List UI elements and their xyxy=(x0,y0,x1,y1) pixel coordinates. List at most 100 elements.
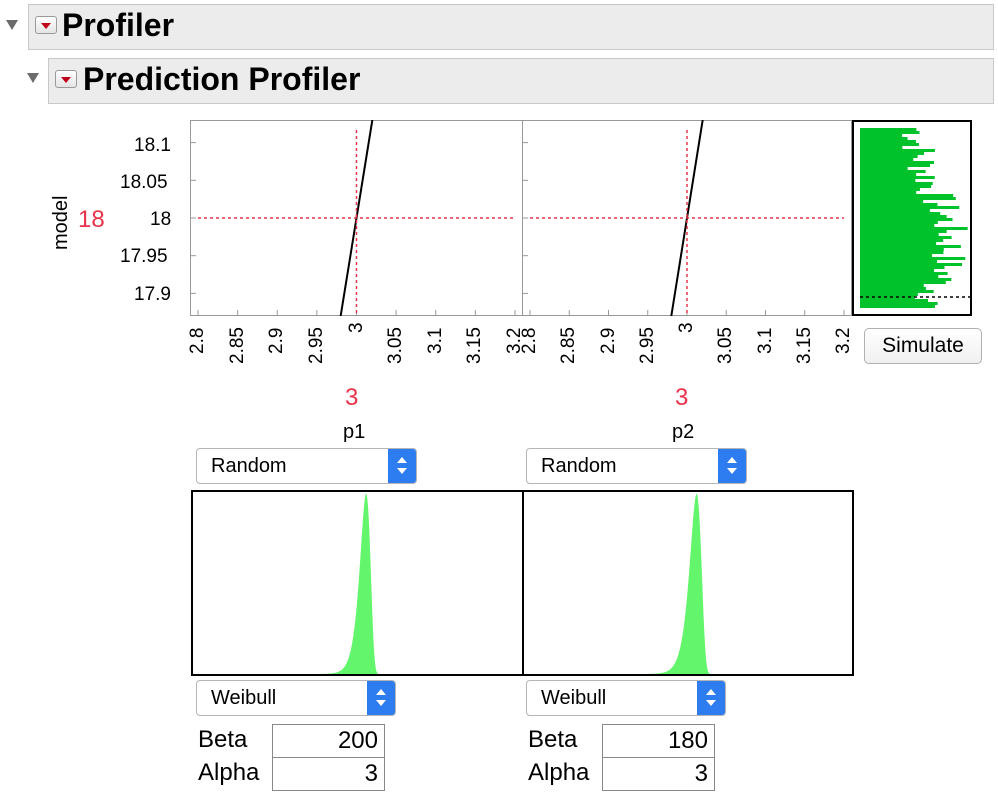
prediction-profiler-disclosure-icon[interactable] xyxy=(27,73,39,83)
p2-distribution-density-plot xyxy=(522,490,854,676)
histogram-bar xyxy=(860,215,947,218)
y-tick-label: 17.9 xyxy=(134,284,171,305)
response-current-value: 18 xyxy=(78,206,105,233)
p1-mode-value: Random xyxy=(211,455,287,477)
histogram-bar xyxy=(860,155,918,158)
p1-distribution-select[interactable]: Weibull xyxy=(196,680,396,716)
red-triangle-icon xyxy=(61,77,71,83)
histogram-bar xyxy=(860,209,930,212)
histogram-bar xyxy=(860,140,916,143)
histogram-bar xyxy=(860,224,935,227)
histogram-bar xyxy=(860,152,925,155)
histogram-bar xyxy=(860,143,919,146)
p2-distribution-value: Weibull xyxy=(541,687,607,709)
x-tick-label: 3 xyxy=(345,322,367,333)
select-arrows-icon xyxy=(697,681,725,715)
histogram-bar xyxy=(860,230,947,233)
histogram-bar xyxy=(860,251,944,254)
x-tick-label: 3 xyxy=(676,322,697,333)
p2-mode-select[interactable]: Random xyxy=(526,448,747,484)
x-tick-label: 2.9 xyxy=(597,327,619,354)
select-arrows-icon xyxy=(388,449,416,483)
x-tick-label: 2.9 xyxy=(266,327,288,354)
p1-distribution-density-plot xyxy=(191,490,524,676)
profile-plot-p2[interactable] xyxy=(522,120,852,316)
histogram-bar xyxy=(860,221,938,224)
histogram-bar xyxy=(860,269,935,272)
simulate-button[interactable]: Simulate xyxy=(864,328,982,364)
p1-current-value[interactable]: 3 xyxy=(345,384,358,412)
profiler-disclosure-icon[interactable] xyxy=(6,20,18,30)
prediction-profiler-red-triangle-menu[interactable] xyxy=(55,70,77,88)
histogram-bar xyxy=(860,170,926,173)
x-tick-label: 3.05 xyxy=(385,327,407,365)
histogram-bar xyxy=(860,203,938,206)
p2-alpha-label: Alpha xyxy=(528,759,590,786)
x-tick-label: 3.1 xyxy=(424,327,446,354)
histogram-bar xyxy=(860,218,953,221)
y-tick-label: 18.1 xyxy=(134,135,171,156)
select-arrows-icon xyxy=(367,681,395,715)
histogram-bar xyxy=(860,206,960,209)
histogram-bar xyxy=(860,302,938,305)
histogram-bar xyxy=(860,158,914,161)
histogram-bar xyxy=(860,128,917,131)
histogram-bar xyxy=(860,245,961,248)
histogram-bar xyxy=(860,266,945,269)
histogram-bar xyxy=(860,194,954,197)
x-tick-label: 3.15 xyxy=(464,327,486,365)
x-tick-label: 2.8 xyxy=(187,327,208,354)
x-tick-label: 3.1 xyxy=(754,327,776,354)
histogram-bar xyxy=(860,284,924,287)
p1-distribution-value: Weibull xyxy=(211,687,277,709)
p1-alpha-label: Alpha xyxy=(198,759,260,786)
p1-beta-input[interactable]: 200 xyxy=(272,724,385,758)
x-tick-label: 2.95 xyxy=(636,327,658,365)
histogram-bar xyxy=(860,182,933,185)
histogram-bar xyxy=(860,173,917,176)
p2-beta-label: Beta xyxy=(528,726,578,753)
y-tick-label: 17.95 xyxy=(120,246,168,267)
histogram-bar xyxy=(860,197,956,200)
x-tick-label: 2.95 xyxy=(305,327,327,365)
histogram-bar xyxy=(860,281,946,284)
histogram-bar xyxy=(860,233,939,236)
histogram-bar xyxy=(860,164,930,167)
histogram-bar xyxy=(860,167,908,170)
response-label: model xyxy=(50,195,72,250)
histogram-bar xyxy=(860,305,935,308)
histogram-bar xyxy=(860,260,938,263)
p1-alpha-input[interactable]: 3 xyxy=(272,757,385,791)
histogram-bar xyxy=(860,263,962,266)
histogram-bar xyxy=(860,239,944,242)
p2-alpha-input[interactable]: 3 xyxy=(602,757,715,791)
histogram-bar xyxy=(860,191,917,194)
x-tick-label: 3.05 xyxy=(715,327,737,365)
p2-factor-name: p2 xyxy=(672,421,695,443)
p1-mode-select[interactable]: Random xyxy=(196,448,417,484)
histogram-bar xyxy=(860,257,966,260)
x-tick-label: 2.85 xyxy=(226,327,248,365)
histogram-bar xyxy=(860,137,908,140)
p2-current-value[interactable]: 3 xyxy=(675,384,688,412)
histogram-bar xyxy=(860,293,918,296)
profiler-red-triangle-menu[interactable] xyxy=(35,16,57,34)
histogram-bar xyxy=(860,188,920,191)
y-tick-label: 18 xyxy=(150,209,172,230)
histogram-bar xyxy=(860,149,935,152)
histogram-bar xyxy=(860,161,935,164)
histogram-bar xyxy=(860,242,937,245)
profile-plot-p1[interactable] xyxy=(190,120,523,316)
p2-mode-value: Random xyxy=(541,455,617,477)
histogram-bar xyxy=(860,179,916,182)
histogram-bar xyxy=(860,272,948,275)
histogram-bar xyxy=(860,185,932,188)
p1-factor-name: p1 xyxy=(343,421,366,443)
p2-beta-input[interactable]: 180 xyxy=(602,724,715,758)
profiler-title: Profiler xyxy=(62,7,175,43)
p2-distribution-select[interactable]: Weibull xyxy=(526,680,726,716)
red-triangle-icon xyxy=(41,23,51,29)
histogram-bar xyxy=(860,278,952,281)
histogram-bar xyxy=(860,248,944,251)
select-arrows-icon xyxy=(718,449,746,483)
